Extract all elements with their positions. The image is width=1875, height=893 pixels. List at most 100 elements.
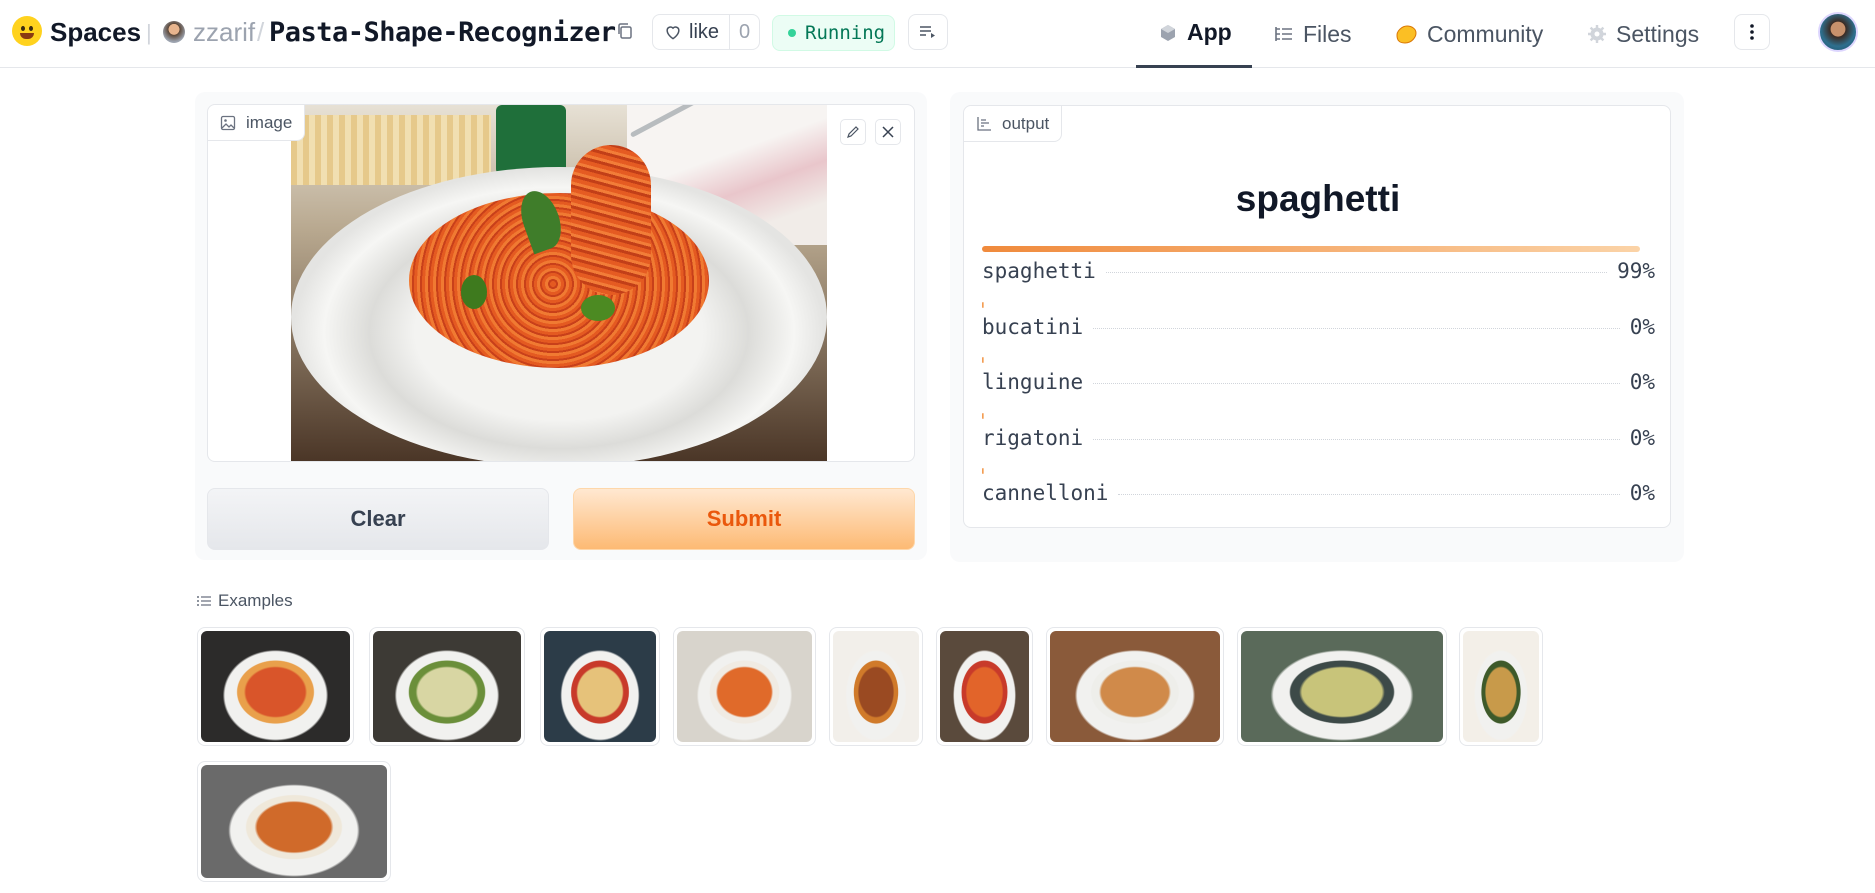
class-name: rigatoni <box>982 425 1084 450</box>
confidence-row: cannelloni 0% <box>982 468 1655 524</box>
confidence-bar-track <box>982 468 1647 474</box>
output-label: output <box>964 106 1063 142</box>
output-panel: output spaghetti spaghetti 99% bucatini 0% l… <box>950 92 1684 562</box>
confidence-row: spaghetti 99% <box>982 246 1655 302</box>
confidence-row: rigatoni 0% <box>982 412 1655 469</box>
confidence-bar-track <box>982 357 1647 363</box>
example-image <box>1050 631 1220 742</box>
example-thumbnail[interactable] <box>936 627 1033 746</box>
class-name: spaghetti <box>982 259 1096 283</box>
pencil-icon <box>847 126 859 138</box>
class-confidence: 0% <box>1629 314 1655 339</box>
confidence-text: spaghetti 99% <box>982 259 1655 283</box>
tab-settings[interactable]: Settings <box>1587 0 1699 68</box>
input-panel: image Clear Submit <box>195 92 927 560</box>
example-image <box>201 765 387 878</box>
status-badge: Running <box>772 15 895 51</box>
uploaded-spaghetti-image <box>291 105 827 461</box>
example-thumbnail[interactable] <box>673 627 816 746</box>
example-image <box>940 631 1029 742</box>
example-thumbnail[interactable] <box>1459 627 1543 746</box>
class-name: bucatini <box>982 314 1084 339</box>
confidence-text: linguine 0% <box>982 370 1655 394</box>
tab-community[interactable]: Community <box>1394 0 1543 68</box>
status-text: Running <box>805 22 886 44</box>
dotted-leader <box>1093 327 1620 329</box>
top-navigation-bar: Spaces | zzarif / Pasta-Shape-Recognizer… <box>0 0 1875 68</box>
list-play-icon <box>920 26 935 38</box>
edit-image-button[interactable] <box>840 119 866 145</box>
confidence-bar-track <box>982 246 1647 252</box>
clear-button[interactable]: Clear <box>207 488 549 550</box>
top-prediction: spaghetti <box>1235 178 1401 219</box>
examples-header: Examples <box>197 591 293 611</box>
confidence-bar-track <box>982 301 1647 308</box>
example-thumbnail[interactable] <box>1237 627 1447 746</box>
user-avatar[interactable] <box>1818 12 1858 52</box>
status-dot-icon <box>788 29 796 37</box>
more-vertical-icon <box>1750 24 1754 40</box>
space-name-link[interactable]: Pasta-Shape-Recognizer <box>269 17 616 48</box>
example-thumbnail[interactable] <box>829 627 923 746</box>
remove-image-button[interactable] <box>875 119 901 145</box>
confidence-row: linguine 0% <box>982 357 1655 413</box>
confidence-bar <box>982 468 984 474</box>
confidence-bar <box>982 246 1641 252</box>
more-options-button[interactable] <box>1734 14 1770 50</box>
like-button[interactable]: like 0 <box>652 14 760 50</box>
class-confidence: 99% <box>1617 259 1655 283</box>
tab-community-label: Community <box>1427 20 1544 47</box>
owner-link[interactable]: zzarif <box>193 17 255 48</box>
dotted-leader <box>1105 272 1608 273</box>
submit-button[interactable]: Submit <box>573 488 915 550</box>
class-name: linguine <box>982 370 1084 394</box>
hugging-face-logo-icon[interactable] <box>12 16 42 46</box>
example-image <box>677 631 812 742</box>
like-label: like <box>689 20 720 43</box>
output-label-text: output <box>1002 113 1050 133</box>
label-output: output spaghetti spaghetti 99% bucatini 0% l… <box>963 105 1671 528</box>
image-icon <box>220 115 236 131</box>
image-input[interactable]: image <box>207 104 915 462</box>
divider: | <box>146 20 152 45</box>
example-thumbnail[interactable] <box>197 627 354 746</box>
confidence-bar-track <box>982 412 1647 419</box>
tab-app[interactable]: App <box>1136 0 1252 68</box>
files-icon <box>1274 25 1294 43</box>
class-confidence: 0% <box>1629 425 1655 450</box>
class-confidence: 0% <box>1629 481 1655 505</box>
example-image <box>544 631 656 742</box>
tab-settings-label: Settings <box>1616 20 1700 47</box>
queue-button[interactable] <box>908 14 948 50</box>
tab-files-label: Files <box>1303 20 1352 47</box>
example-thumbnail[interactable] <box>540 627 660 746</box>
confidence-text: bucatini 0% <box>982 315 1655 339</box>
confidence-list: spaghetti 99% bucatini 0% linguine 0% rigatoni… <box>982 246 1655 524</box>
copy-icon[interactable] <box>616 22 634 40</box>
close-icon <box>882 126 894 138</box>
confidence-bar <box>982 301 984 308</box>
like-count[interactable]: 0 <box>729 15 759 49</box>
confidence-bar <box>982 412 984 419</box>
spaces-link[interactable]: Spaces <box>50 17 141 48</box>
example-thumbnail[interactable] <box>1046 627 1224 746</box>
class-name: cannelloni <box>982 481 1109 505</box>
gear-icon <box>1587 24 1607 44</box>
example-thumbnail[interactable] <box>197 761 391 882</box>
image-label-text: image <box>246 112 293 132</box>
tab-files[interactable]: Files <box>1274 0 1352 68</box>
cube-icon <box>1158 23 1178 43</box>
image-input-label: image <box>208 105 306 141</box>
dotted-leader <box>1093 438 1620 440</box>
example-image <box>1463 631 1539 742</box>
example-image <box>833 631 919 742</box>
bar-chart-icon <box>976 116 992 132</box>
examples-label: Examples <box>218 591 293 610</box>
example-thumbnail[interactable] <box>369 627 525 746</box>
example-image <box>373 631 521 742</box>
example-image <box>201 631 350 742</box>
confidence-text: cannelloni 0% <box>982 481 1655 505</box>
dotted-leader <box>1093 383 1620 384</box>
confidence-bar <box>982 357 984 363</box>
tab-app-label: App <box>1187 19 1232 45</box>
